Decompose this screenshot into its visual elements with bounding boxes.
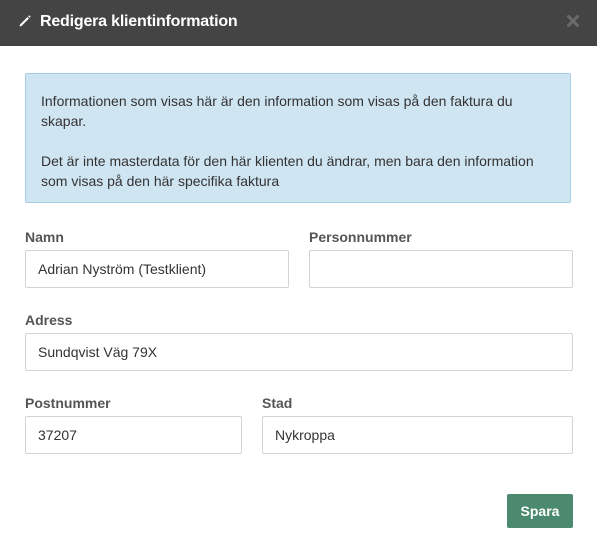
city-input[interactable] bbox=[262, 416, 573, 454]
personal-number-label: Personnummer bbox=[309, 229, 412, 245]
info-paragraph-2: Det är inte masterdata för den här klien… bbox=[41, 153, 534, 189]
dialog-title: Redigera klientinformation bbox=[40, 13, 238, 30]
postal-code-input[interactable] bbox=[25, 416, 242, 454]
edit-client-dialog: Redigera klientinformation Informationen… bbox=[0, 0, 597, 553]
info-paragraph-1: Informationen som visas här är den infor… bbox=[41, 93, 513, 129]
postal-code-label: Postnummer bbox=[25, 395, 111, 411]
address-label: Adress bbox=[25, 312, 73, 328]
info-alert: Informationen som visas här är den infor… bbox=[25, 73, 571, 203]
close-icon[interactable] bbox=[564, 12, 582, 30]
address-input[interactable] bbox=[25, 333, 573, 371]
name-input[interactable] bbox=[25, 250, 289, 288]
pencil-icon bbox=[18, 14, 32, 28]
city-label: Stad bbox=[262, 395, 293, 411]
personal-number-input[interactable] bbox=[309, 250, 573, 288]
save-button[interactable]: Spara bbox=[507, 494, 573, 528]
name-label: Namn bbox=[25, 229, 64, 245]
dialog-header: Redigera klientinformation bbox=[0, 0, 597, 46]
